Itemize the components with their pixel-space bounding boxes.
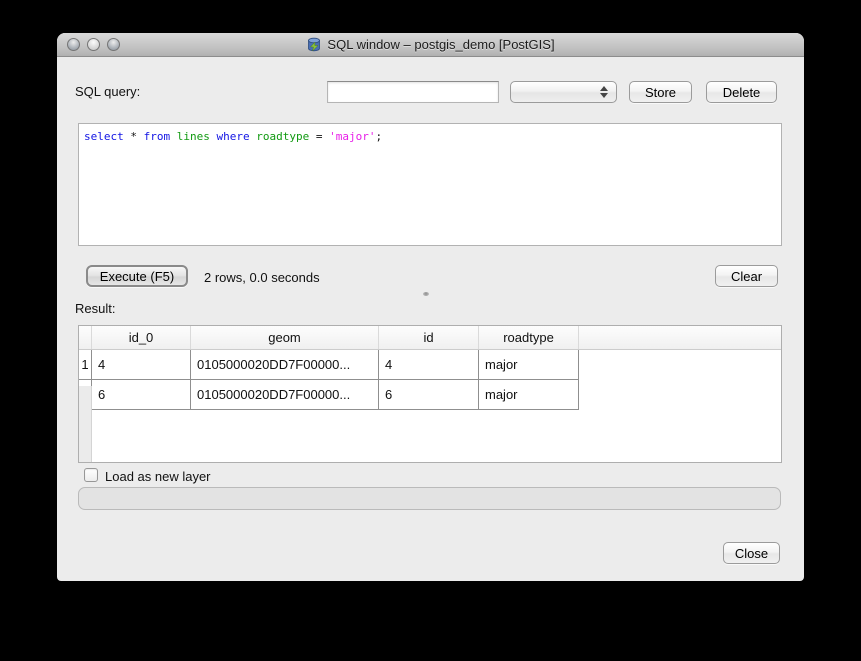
close-button[interactable]: Close <box>723 542 780 564</box>
sql-token-plain: ; <box>375 130 382 143</box>
sql-token-keyword: from <box>144 130 171 143</box>
table-cell-geom[interactable]: 0105000020DD7F00000... <box>191 380 379 410</box>
table-cell-geom[interactable]: 0105000020DD7F00000... <box>191 350 379 380</box>
title-bar[interactable]: SQL window – postgis_demo [PostGIS] <box>57 33 804 57</box>
table-cell-id_0[interactable]: 6 <box>92 380 191 410</box>
sql-token-plain: * <box>124 130 144 143</box>
table-row: 260105000020DD7F00000...6major <box>79 380 781 410</box>
saved-query-select[interactable] <box>510 81 617 103</box>
zoom-window-button[interactable] <box>107 38 120 51</box>
status-text: 2 rows, 0.0 seconds <box>204 270 320 285</box>
result-label: Result: <box>75 301 115 316</box>
minimize-window-button[interactable] <box>87 38 100 51</box>
window-title: SQL window – postgis_demo [PostGIS] <box>327 37 554 52</box>
sql-token-identifier: roadtype <box>250 130 316 143</box>
store-button[interactable]: Store <box>629 81 692 103</box>
sql-query-label: SQL query: <box>75 84 140 99</box>
traffic-lights <box>67 38 120 51</box>
table-row: 140105000020DD7F00000...4major <box>79 350 781 380</box>
layer-name-input-disabled <box>78 487 781 510</box>
result-table-header: id_0geomidroadtype <box>79 326 781 350</box>
column-header-filler <box>579 326 781 349</box>
result-table[interactable]: id_0geomidroadtype 140105000020DD7F00000… <box>78 325 782 463</box>
row-number-header <box>79 326 92 349</box>
row-number-cell[interactable]: 1 <box>79 350 92 380</box>
close-window-button[interactable] <box>67 38 80 51</box>
sql-token-keyword: where <box>216 130 249 143</box>
sql-editor-text: select * from lines where roadtype = 'ma… <box>84 130 382 143</box>
query-name-input[interactable] <box>327 81 499 103</box>
table-cell-id_0[interactable]: 4 <box>92 350 191 380</box>
column-header-roadtype[interactable]: roadtype <box>479 326 579 349</box>
splitter-handle <box>423 292 429 296</box>
sql-editor[interactable]: select * from lines where roadtype = 'ma… <box>78 123 782 246</box>
sql-window: SQL window – postgis_demo [PostGIS] SQL … <box>57 33 804 581</box>
stepper-arrows-icon <box>600 86 608 98</box>
delete-button[interactable]: Delete <box>706 81 777 103</box>
column-header-id_0[interactable]: id_0 <box>92 326 191 349</box>
result-table-body: 140105000020DD7F00000...4major2601050000… <box>79 350 781 410</box>
database-icon <box>306 37 322 53</box>
sql-token-keyword: select <box>84 130 124 143</box>
table-cell-id[interactable]: 6 <box>379 380 479 410</box>
column-header-geom[interactable]: geom <box>191 326 379 349</box>
row-gutter-background <box>79 386 92 462</box>
load-as-new-layer-label: Load as new layer <box>105 469 211 484</box>
table-cell-roadtype[interactable]: major <box>479 380 579 410</box>
table-cell-id[interactable]: 4 <box>379 350 479 380</box>
clear-button[interactable]: Clear <box>715 265 778 287</box>
sql-token-identifier: lines <box>170 130 216 143</box>
sql-token-string: 'major' <box>329 130 375 143</box>
execute-button[interactable]: Execute (F5) <box>86 265 188 287</box>
sql-token-plain: = <box>316 130 329 143</box>
column-header-id[interactable]: id <box>379 326 479 349</box>
table-cell-roadtype[interactable]: major <box>479 350 579 380</box>
load-as-new-layer-checkbox[interactable] <box>84 468 98 482</box>
